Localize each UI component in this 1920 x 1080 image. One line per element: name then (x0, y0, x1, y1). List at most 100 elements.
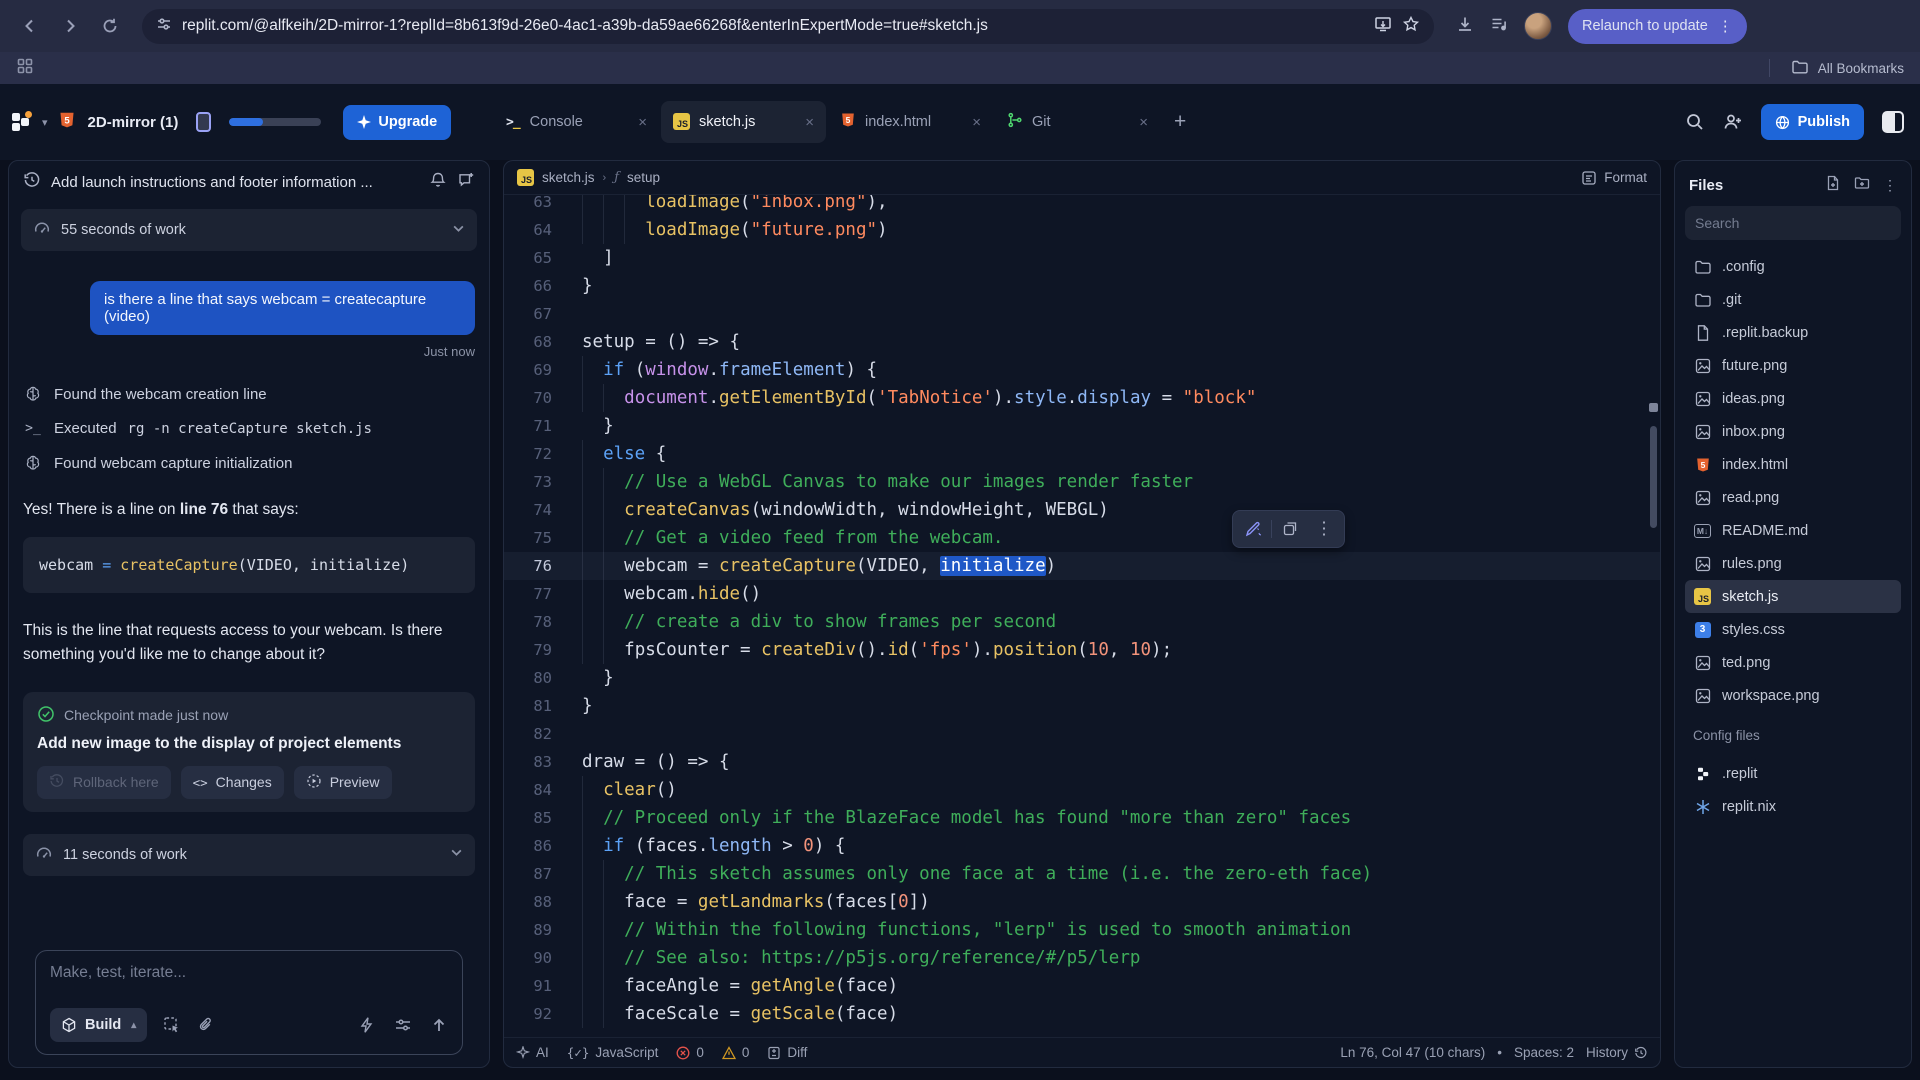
code-line-86[interactable]: 86 if (faces.length > 0) { (504, 832, 1660, 860)
device-preview-icon[interactable] (196, 112, 211, 132)
all-bookmarks-label[interactable]: All Bookmarks (1818, 61, 1904, 76)
upgrade-button[interactable]: Upgrade (343, 105, 451, 140)
code-line-68[interactable]: 68setup = () => { (504, 328, 1660, 356)
file-read.png[interactable]: read.png (1685, 481, 1901, 514)
agent-composer[interactable]: Build ▴ (35, 950, 463, 1055)
address-bar[interactable]: replit.com/@alfkeih/2D-mirror-1?replId=8… (142, 9, 1434, 44)
site-settings-icon[interactable] (156, 16, 172, 37)
new-tab-button[interactable]: + (1162, 110, 1198, 134)
changes-button[interactable]: <>Changes (181, 766, 284, 799)
code-line-65[interactable]: 65 ] (504, 244, 1660, 272)
file-inbox.png[interactable]: inbox.png (1685, 415, 1901, 448)
code-editor[interactable]: 63 loadImage("inbox.png"),64 loadImage("… (504, 195, 1660, 1037)
publish-button[interactable]: Publish (1761, 104, 1864, 140)
code-line-81[interactable]: 81} (504, 692, 1660, 720)
code-line-72[interactable]: 72 else { (504, 440, 1660, 468)
code-line-71[interactable]: 71 } (504, 412, 1660, 440)
install-app-icon[interactable] (1374, 15, 1392, 38)
file-rules.png[interactable]: rules.png (1685, 547, 1901, 580)
project-name[interactable]: 2D-mirror (1) (88, 114, 179, 131)
attachment-icon[interactable] (197, 1016, 215, 1034)
code-line-77[interactable]: 77 webcam.hide() (504, 580, 1660, 608)
reading-list-icon[interactable] (1490, 15, 1508, 38)
file-ideas.png[interactable]: ideas.png (1685, 382, 1901, 415)
error-count[interactable]: 0 (676, 1045, 704, 1060)
search-icon[interactable] (1685, 112, 1705, 132)
settings-sliders-icon[interactable] (394, 1016, 412, 1034)
close-icon[interactable]: × (972, 114, 981, 131)
file-README.md[interactable]: M↓README.md (1685, 514, 1901, 547)
file-.replit[interactable]: .replit (1685, 757, 1901, 790)
tab-groups-icon[interactable] (16, 57, 34, 80)
composer-input[interactable] (50, 964, 448, 982)
back-icon[interactable] (14, 10, 46, 42)
copy-insert-icon[interactable] (1274, 515, 1306, 543)
file-search-input[interactable] (1695, 215, 1891, 231)
file-workspace.png[interactable]: workspace.png (1685, 679, 1901, 712)
replit-logo-icon[interactable] (12, 111, 32, 133)
code-line-76[interactable]: 76 webcam = createCapture(VIDEO, initial… (504, 552, 1660, 580)
work-summary-bottom[interactable]: 11 seconds of work (23, 834, 475, 876)
rollback-here-button[interactable]: Rollback here (37, 766, 171, 799)
breadcrumb-symbol[interactable]: setup (627, 170, 660, 185)
invite-user-icon[interactable] (1723, 112, 1743, 132)
download-icon[interactable] (1456, 15, 1474, 38)
file-styles.css[interactable]: 3styles.css (1685, 613, 1901, 646)
workspace-menu-chevron-icon[interactable]: ▾ (42, 116, 48, 129)
code-line-75[interactable]: 75 // Get a video feed from the webcam. (504, 524, 1660, 552)
file-replit.nix[interactable]: replit.nix (1685, 790, 1901, 823)
code-line-79[interactable]: 79 fpsCounter = createDiv().id('fps').po… (504, 636, 1660, 664)
file-.replit.backup[interactable]: .replit.backup (1685, 316, 1901, 349)
bookmark-star-icon[interactable] (1402, 15, 1420, 38)
file-index.html[interactable]: 5index.html (1685, 448, 1901, 481)
code-line-67[interactable]: 67 (504, 300, 1660, 328)
format-button[interactable]: Format (1581, 170, 1647, 186)
code-line-92[interactable]: 92 faceScale = getScale(face) (504, 1000, 1660, 1028)
tab-Git[interactable]: Git× (995, 101, 1160, 143)
cursor-position[interactable]: Ln 76, Col 47 (10 chars) (1340, 1045, 1485, 1060)
quick-actions-icon[interactable] (358, 1016, 376, 1034)
new-file-icon[interactable] (1825, 175, 1841, 196)
reload-icon[interactable] (94, 10, 126, 42)
profile-avatar[interactable] (1524, 12, 1552, 40)
code-line-74[interactable]: 74 createCanvas(windowWidth, windowHeigh… (504, 496, 1660, 524)
code-line-83[interactable]: 83draw = () => { (504, 748, 1660, 776)
file-.git[interactable]: .git (1685, 283, 1901, 316)
editor-scrollbar[interactable] (1650, 426, 1657, 528)
code-line-82[interactable]: 82 (504, 720, 1660, 748)
history-button[interactable]: History (1586, 1045, 1648, 1060)
build-mode-button[interactable]: Build ▴ (50, 1008, 147, 1042)
tab-Console[interactable]: >_Console× (494, 101, 659, 143)
agent-chat-title[interactable]: Add launch instructions and footer infor… (51, 174, 419, 191)
relaunch-to-update-button[interactable]: Relaunch to update ⋮ (1568, 9, 1747, 44)
new-chat-icon[interactable] (457, 171, 475, 194)
browser-menu-icon[interactable]: ⋮ (1718, 17, 1733, 35)
notifications-icon[interactable] (429, 171, 447, 194)
code-line-70[interactable]: 70 document.getElementById('TabNotice').… (504, 384, 1660, 412)
file-future.png[interactable]: future.png (1685, 349, 1901, 382)
new-folder-icon[interactable] (1854, 175, 1870, 196)
submit-arrow-icon[interactable] (430, 1016, 448, 1034)
breadcrumb-file[interactable]: sketch.js (542, 170, 595, 185)
more-options-icon[interactable]: ⋮ (1308, 515, 1340, 543)
code-line-84[interactable]: 84 clear() (504, 776, 1660, 804)
code-line-69[interactable]: 69 if (window.frameElement) { (504, 356, 1660, 384)
code-line-64[interactable]: 64 loadImage("future.png") (504, 216, 1660, 244)
code-line-91[interactable]: 91 faceAngle = getAngle(face) (504, 972, 1660, 1000)
file-ted.png[interactable]: ted.png (1685, 646, 1901, 679)
forward-icon[interactable] (54, 10, 86, 42)
diff-toggle[interactable]: Diff (767, 1045, 807, 1060)
indentation-setting[interactable]: Spaces: 2 (1514, 1045, 1574, 1060)
file-search[interactable] (1685, 206, 1901, 240)
close-icon[interactable]: × (805, 114, 814, 131)
code-line-89[interactable]: 89 // Within the following functions, "l… (504, 916, 1660, 944)
close-icon[interactable]: × (1139, 114, 1148, 131)
file-sketch.js[interactable]: JSsketch.js (1685, 580, 1901, 613)
work-summary-top[interactable]: 55 seconds of work (21, 209, 477, 251)
ai-status[interactable]: AI (516, 1045, 549, 1060)
preview-button[interactable]: Preview (294, 766, 392, 799)
code-line-87[interactable]: 87 // This sketch assumes only one face … (504, 860, 1660, 888)
tab-sketch.js[interactable]: JSsketch.js× (661, 101, 826, 143)
ai-edit-icon[interactable] (1237, 515, 1269, 543)
code-line-73[interactable]: 73 // Use a WebGL Canvas to make our ima… (504, 468, 1660, 496)
